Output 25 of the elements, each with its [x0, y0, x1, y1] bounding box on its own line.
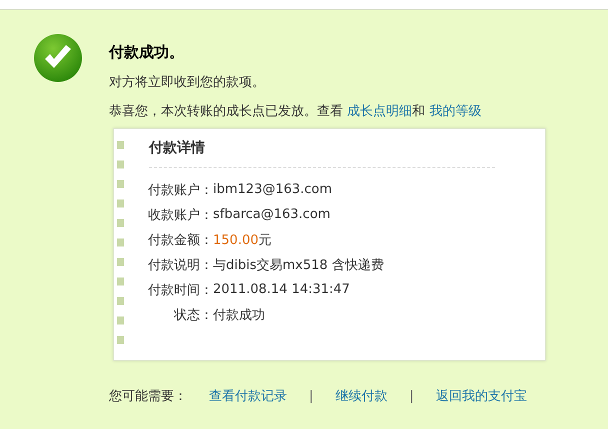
field-label: 付款金额： [147, 232, 213, 248]
details-title: 付款详情 [149, 139, 206, 157]
success-title: 付款成功。 [109, 43, 185, 62]
field-label: 状态： [172, 306, 213, 324]
footer-link[interactable]: 返回我的支付宝 [436, 387, 527, 405]
status-message: 对方将立即收到您的款项。 [109, 74, 266, 91]
field-label: 付款时间： [147, 282, 213, 298]
field-label: 付款说明： [147, 256, 213, 274]
field-value: 2011.08.14 14:31:47 [213, 282, 350, 297]
notice-link[interactable]: 成长点明细 [347, 104, 412, 119]
field-label: 付款账户： [147, 182, 213, 198]
field-label: 收款账户： [147, 206, 213, 224]
field-value: 付款成功 [213, 306, 265, 324]
suggestions-label: 您可能需要： [109, 388, 187, 405]
separator: | [309, 388, 314, 404]
footer-link[interactable]: 查看付款记录 [209, 387, 287, 405]
growth-points-notice: 恭喜您，本次转账的成长点已发放。查看 成长点明细和 我的等级 [109, 103, 482, 120]
field-value: 150.00元 [213, 232, 272, 248]
field-value: ibm123@163.com [213, 182, 332, 197]
notice-link[interactable]: 我的等级 [429, 104, 482, 119]
success-check-icon [33, 33, 83, 83]
separator: | [409, 388, 414, 404]
field-value: 与dibis交易mx518 含快递费 [213, 256, 384, 274]
field-value: sfbarca@163.com [213, 207, 330, 222]
footer-link[interactable]: 继续付款 [335, 387, 388, 405]
